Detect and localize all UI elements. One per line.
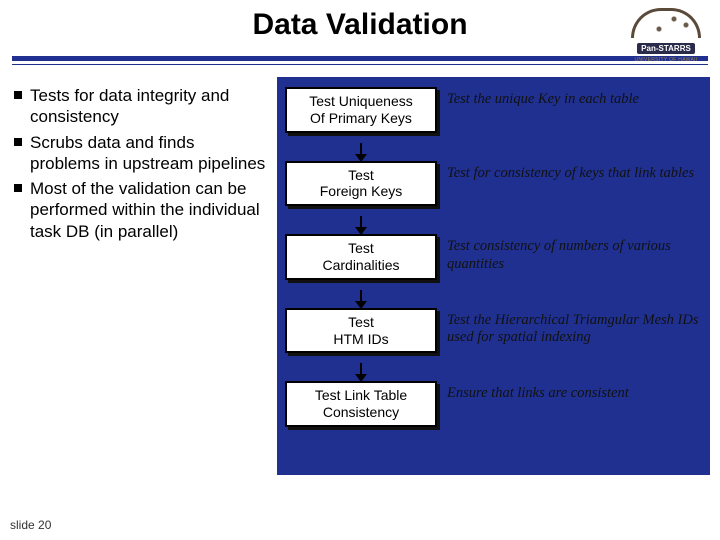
step-description: Test consistency of numbers of various q… [447, 234, 702, 273]
step-description: Ensure that links are consistent [447, 381, 629, 402]
arrow-down-icon [360, 363, 362, 375]
arrow-down-icon [360, 143, 362, 155]
step-description: Test for consistency of keys that link t… [447, 161, 694, 182]
step-description: Test the Hierarchical Triamgular Mesh ID… [447, 308, 702, 347]
arrow-down-icon [360, 216, 362, 228]
flow-panel: Test UniquenessOf Primary Keys Test the … [277, 77, 710, 475]
bullet-item: Most of the validation can be performed … [14, 178, 269, 242]
bullet-text: Tests for data integrity and consistency [30, 85, 269, 128]
bullet-text: Scrubs data and finds problems in upstre… [30, 132, 269, 175]
bullet-marker [14, 138, 22, 146]
flow-step: Test UniquenessOf Primary Keys Test the … [285, 87, 702, 133]
bullet-list: Tests for data integrity and consistency… [14, 77, 269, 475]
logo-subtitle: UNIVERSITY OF HAWAII [624, 57, 708, 63]
flow-step: Test Link TableConsistency Ensure that l… [285, 381, 702, 427]
step-box: TestHTM IDs [285, 308, 437, 354]
logo-brand: Pan-STARRS [637, 43, 695, 54]
bullet-item: Tests for data integrity and consistency [14, 85, 269, 128]
slide-number: slide 20 [10, 518, 51, 532]
bullet-marker [14, 91, 22, 99]
logo-graphic [631, 8, 701, 38]
flow-step: TestForeign Keys Test for consistency of… [285, 161, 702, 207]
bullet-item: Scrubs data and finds problems in upstre… [14, 132, 269, 175]
slide-title: Data Validation [0, 0, 720, 42]
title-rule [12, 56, 708, 65]
step-box: Test UniquenessOf Primary Keys [285, 87, 437, 133]
flow-step: TestCardinalities Test consistency of nu… [285, 234, 702, 280]
step-box: TestForeign Keys [285, 161, 437, 207]
flow-step: TestHTM IDs Test the Hierarchical Triamg… [285, 308, 702, 354]
step-box: TestCardinalities [285, 234, 437, 280]
content-area: Tests for data integrity and consistency… [0, 69, 720, 475]
arrow-down-icon [360, 290, 362, 302]
step-description: Test the unique Key in each table [447, 87, 639, 108]
step-box: Test Link TableConsistency [285, 381, 437, 427]
logo: Pan-STARRS UNIVERSITY OF HAWAII [624, 8, 708, 58]
bullet-marker [14, 184, 22, 192]
bullet-text: Most of the validation can be performed … [30, 178, 269, 242]
